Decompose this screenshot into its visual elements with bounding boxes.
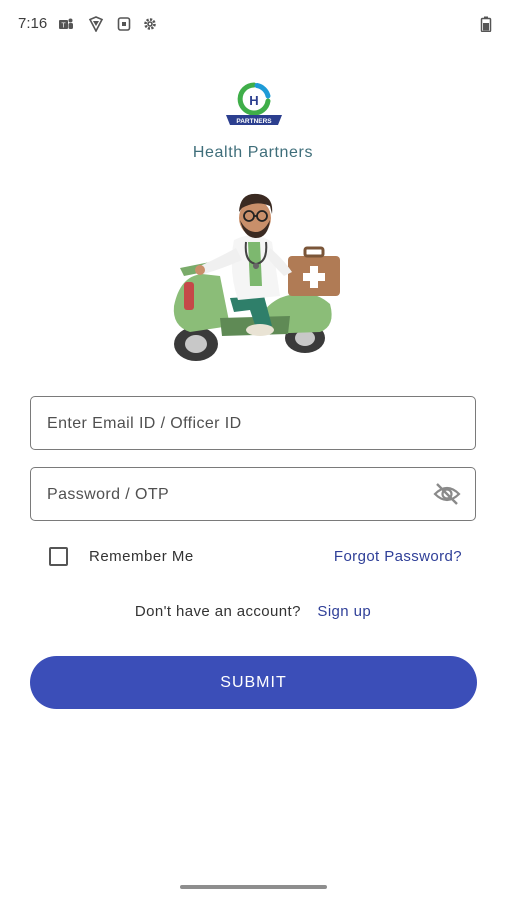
vpn-shield-icon — [88, 16, 104, 32]
svg-text:PARTNERS: PARTNERS — [236, 118, 272, 125]
status-bar: 7:16 T — [0, 0, 506, 48]
email-input[interactable] — [45, 397, 429, 451]
teams-icon: T — [59, 18, 73, 30]
forgot-password-link[interactable]: Forgot Password? — [334, 548, 462, 565]
remember-me-label[interactable]: Remember Me — [89, 548, 194, 565]
signup-row: Don't have an account? Sign up — [0, 603, 506, 620]
gesture-nav-handle[interactable] — [180, 885, 327, 889]
password-field[interactable] — [30, 467, 476, 522]
submit-button[interactable]: SUBMIT — [30, 656, 477, 709]
email-field[interactable] — [30, 396, 476, 451]
signup-link[interactable]: Sign up — [317, 603, 371, 620]
signup-prompt: Don't have an account? — [134, 603, 301, 620]
sim-card-icon — [117, 17, 131, 31]
login-screen: 7:16 T H PARTNERS Health Partners Enter … — [0, 0, 506, 900]
password-input[interactable] — [45, 468, 429, 522]
remember-me-checkbox[interactable] — [49, 547, 68, 566]
status-time: 7:16 — [18, 15, 48, 32]
app-title: Health Partners — [192, 144, 314, 161]
svg-text:H: H — [249, 93, 258, 108]
svg-text:T: T — [61, 23, 66, 30]
gear-icon — [144, 18, 156, 30]
doctor-scooter-illustration — [173, 193, 340, 361]
health-partners-logo: H PARTNERS — [226, 82, 282, 125]
eye-off-icon[interactable] — [433, 482, 461, 506]
battery-icon — [480, 16, 492, 32]
